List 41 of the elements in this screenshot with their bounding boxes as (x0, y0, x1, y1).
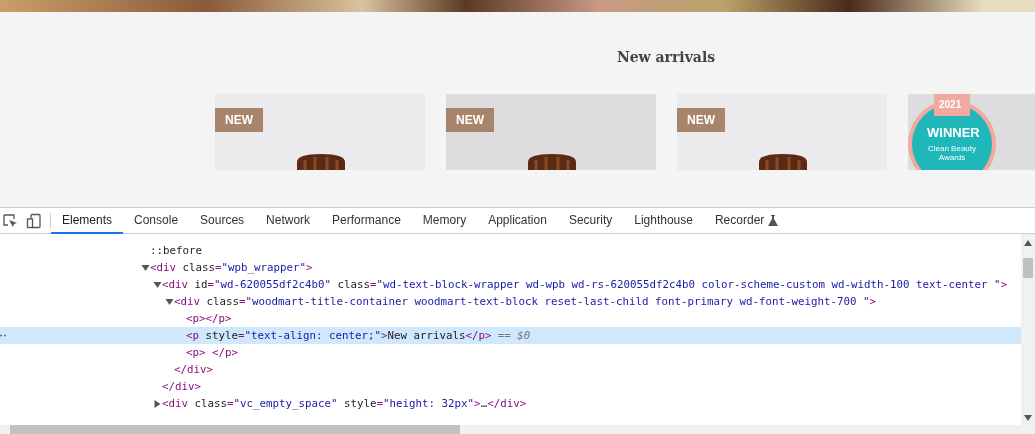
award-year: 2021 (939, 99, 962, 110)
closing-tag: </div> (174, 361, 214, 378)
dom-node-code: <p style="text-align: center;">New arrivals</p> (186, 328, 492, 344)
flask-icon (768, 214, 779, 226)
expanded-triangle-icon[interactable] (165, 297, 174, 306)
inspect-icon[interactable] (2, 212, 18, 229)
expanded-triangle-icon[interactable] (153, 280, 162, 289)
dom-node-code: <p></p> (186, 311, 232, 327)
device-toggle-icon[interactable] (26, 212, 42, 229)
new-badge: NEW (446, 108, 494, 132)
devtools-tab[interactable]: Performance (321, 208, 412, 234)
devtools-tab[interactable]: Sources (189, 208, 256, 234)
devtools-tab[interactable]: Memory (411, 208, 478, 234)
dom-node-code: <div class="vc_empty_space" style="height: 32px">…</div> (162, 396, 527, 412)
award-subtitle: Clean Beauty Awards (927, 144, 977, 162)
devtools-tab[interactable]: Recorder (703, 208, 790, 234)
devtools-tab[interactable]: Console (123, 208, 190, 234)
dom-node-code: ::before (150, 243, 202, 259)
horizontal-scrollbar[interactable] (0, 425, 1035, 434)
more-icon[interactable] (0, 334, 6, 337)
devtools-tab[interactable]: Security (557, 208, 624, 234)
devtools-tab[interactable]: Network (255, 208, 322, 234)
section-heading: New arrivals (616, 49, 716, 67)
closing-tag: </div> (162, 378, 202, 395)
expanded-triangle-icon[interactable] (141, 263, 150, 272)
vertical-scrollbar[interactable] (1021, 234, 1035, 425)
dom-node-code: <p> </p> (186, 345, 239, 361)
dom-node-code: <div class="woodmart-title-container woodmart-text-block reset-last-child font-primary wd-font-weight-700 "> (174, 294, 877, 310)
devtools-tab[interactable]: Elements (51, 208, 124, 234)
scroll-thumb[interactable] (1023, 258, 1033, 278)
collapsed-triangle-icon[interactable] (153, 399, 162, 408)
dom-node-code: <div id="wd-620055df2c4b0" class="wd-text-block-wrapper wd-wpb wd-rs-620055df2c4b0 color-scheme-custom wd-width-100 text-center "> (162, 277, 1008, 293)
scroll-up-icon[interactable] (1024, 240, 1032, 246)
dom-node-code: <div class="wpb_wrapper"> (150, 260, 313, 276)
devtools-tab[interactable]: Application (477, 208, 558, 234)
console-reference: == $0 (497, 328, 531, 344)
new-badge: NEW (677, 108, 725, 132)
new-badge: NEW (215, 108, 263, 132)
devtools-tab[interactable]: Lighthouse (623, 208, 704, 234)
award-title: WINNER (927, 125, 980, 140)
scroll-down-icon[interactable] (1024, 415, 1032, 421)
